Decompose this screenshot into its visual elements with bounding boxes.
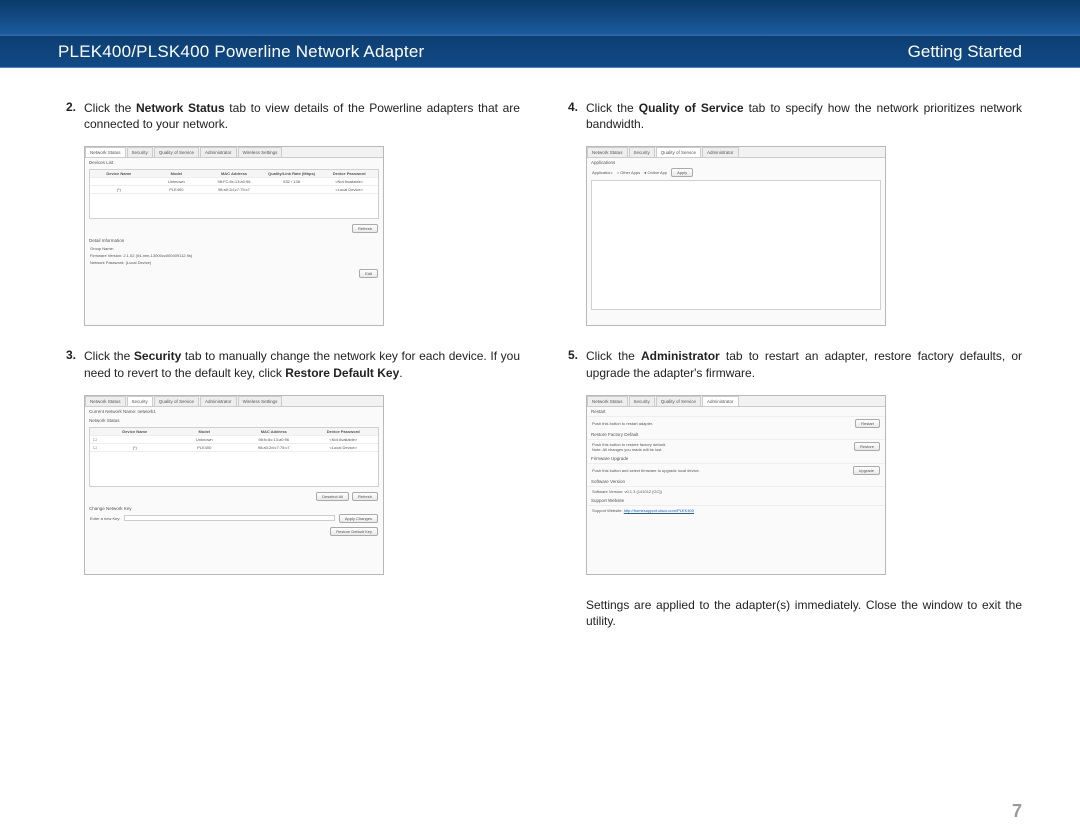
change-key-label: Change Network Key [85,504,383,513]
step-number: 5. [560,348,586,380]
step-number: 2. [58,100,84,132]
tab-wireless[interactable]: Wireless Settings [238,147,283,157]
closing-note: Settings are applied to the adapter(s) i… [586,597,1022,629]
firmware-version: Firmware Version: 2.1.02 (04-mm-13000cc0… [85,252,383,259]
software-version-label: Software Version [587,477,885,486]
tab-network-status[interactable]: Network Status [85,147,126,157]
devices-list-label: Devices List [85,158,383,167]
step-text: Click the Security tab to manually chang… [84,348,520,380]
tab-security[interactable]: Security [127,147,153,157]
screenshot-network-status: Network Status Security Quality of Servi… [84,146,384,326]
step-text: Click the Network Status tab to view det… [84,100,520,132]
application-label: Application: [592,170,613,175]
applications-label: Applications [587,158,885,167]
apply-button[interactable]: Apply [671,168,693,177]
tab-network-status[interactable]: Network Status [587,147,628,157]
restart-button[interactable]: Restart [855,419,880,428]
group-name: Group Name: [85,245,383,252]
tab-security[interactable]: Security [629,147,655,157]
doc-section: Getting Started [908,42,1080,62]
deselect-all-button[interactable]: Deselect All [316,492,349,501]
network-password: Network Password: (Local Device) [85,259,383,266]
page-number: 7 [1012,801,1022,822]
tab-qos[interactable]: Quality of Service [656,147,701,157]
tab-network-status[interactable]: Network Status [587,396,628,406]
screenshot-qos: Network Status Security Quality of Servi… [586,146,886,326]
step-5: 5. Click the Administrator tab to restar… [560,348,1022,380]
support-link[interactable]: http://homesupport.cisco.com/PLEK400 [624,508,694,513]
firmware-label: Firmware Upgrade [587,454,885,463]
support-website-label: Support Website [587,496,885,505]
refresh-button[interactable]: Refresh [352,224,378,233]
step-4: 4. Click the Quality of Service tab to s… [560,100,1022,132]
enter-key-label: Enter a new Key: [90,516,120,521]
tab-wireless[interactable]: Wireless Settings [238,396,283,406]
right-column: 4. Click the Quality of Service tab to s… [560,100,1022,794]
tabs: Network Status Security Quality of Servi… [587,396,885,407]
step-number: 4. [560,100,586,132]
tabs: Network Status Security Quality of Servi… [85,147,383,158]
restore-default-key-button[interactable]: Restore Default Key [330,527,378,536]
tab-qos[interactable]: Quality of Service [154,147,199,157]
tab-administrator[interactable]: Administrator [200,396,237,406]
step-number: 3. [58,348,84,380]
tab-administrator[interactable]: Administrator [702,147,739,157]
screenshot-security: Network Status Security Quality of Servi… [84,395,384,575]
screenshot-administrator: Network Status Security Quality of Servi… [586,395,886,575]
devices-table: Device NameModelMAC AddressQuality/Link … [89,169,379,219]
tab-qos[interactable]: Quality of Service [154,396,199,406]
tab-network-status[interactable]: Network Status [85,396,126,406]
restart-label: Restart [587,407,885,416]
restore-button[interactable]: Restore [854,442,880,451]
software-version-value: Software Version: v0.1.3 (141012 [GC]) [592,489,662,494]
apply-changes-button[interactable]: Apply Changes [339,514,378,523]
tab-security[interactable]: Security [127,396,153,406]
step-3: 3. Click the Security tab to manually ch… [58,348,520,380]
tabs: Network Status Security Quality of Servi… [85,396,383,407]
radio-other[interactable]: ○ [617,170,619,175]
current-network-name: Current Network Name: network1 [85,407,383,416]
upgrade-button[interactable]: Upgrade [853,466,880,475]
tab-administrator[interactable]: Administrator [702,396,739,406]
doc-title: PLEK400/PLSK400 Powerline Network Adapte… [0,42,424,62]
refresh-button[interactable]: Refresh [352,492,378,501]
restart-text: Push this button to restart adapter. [592,421,653,426]
key-input[interactable] [124,515,334,521]
detail-info-label: Detail Information [85,236,383,245]
page-header: PLEK400/PLSK400 Powerline Network Adapte… [0,36,1080,68]
restore-text-2: Note: All changes you made will be lost. [592,447,666,452]
step-text: Click the Quality of Service tab to spec… [586,100,1022,132]
tabs: Network Status Security Quality of Servi… [587,147,885,158]
support-label: Support Website: [592,508,623,513]
step-text: Click the Administrator tab to restart a… [586,348,1022,380]
page-body: 2. Click the Network Status tab to view … [58,100,1022,794]
step-2: 2. Click the Network Status tab to view … [58,100,520,132]
edit-button[interactable]: Edit [359,269,378,278]
qos-table [591,180,881,310]
security-table: Device NameModelMAC AddressDevice Passwo… [89,427,379,487]
tab-security[interactable]: Security [629,396,655,406]
tab-qos[interactable]: Quality of Service [656,396,701,406]
restore-label: Restore Factory Default [587,430,885,439]
radio-online[interactable]: ● [644,170,646,175]
network-status-label: Network Status [85,416,383,425]
tab-administrator[interactable]: Administrator [200,147,237,157]
left-column: 2. Click the Network Status tab to view … [58,100,520,794]
firmware-text: Push this button and select firmware to … [592,468,700,473]
